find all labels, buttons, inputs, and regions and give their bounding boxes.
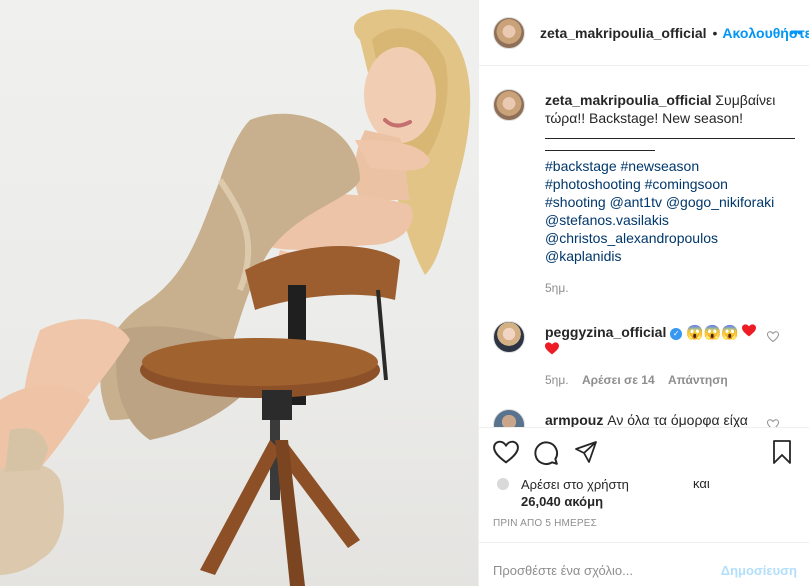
caption-hashtags-1[interactable]: #backstage #newseason <box>545 157 795 175</box>
caption-rule-2 <box>545 139 655 151</box>
likes-prefix: Αρέσει στο χρήστη <box>521 477 629 492</box>
comment-item: armpouz Αν όλα τα όμορφα είχα <box>493 409 793 427</box>
author-avatar[interactable] <box>493 16 525 49</box>
share-direct-icon[interactable] <box>573 440 599 467</box>
like-comment-heart-icon[interactable] <box>766 417 780 427</box>
caption-mention-4[interactable]: @stefanos.vasilakis <box>545 211 795 229</box>
post-actions: Αρέσει στο χρήστη 26,040 ακόμη και <box>479 427 809 517</box>
caption-mention-5[interactable]: @christos_alexandropoulos <box>545 229 795 247</box>
comment-emojis: 😱😱😱 <box>686 324 739 340</box>
comment-likes[interactable]: Αρέσει σε 14 <box>582 373 655 387</box>
add-comment-input[interactable]: Προσθέστε ένα σχόλιο... <box>493 563 633 578</box>
commenter-avatar[interactable] <box>493 321 525 353</box>
likes-count[interactable]: 26,040 ακόμη <box>521 494 603 509</box>
post-date[interactable]: ΠΡΙΝ ΑΠΟ 5 ΗΜΕΡΕΣ <box>493 518 597 529</box>
bookmark-save-icon[interactable] <box>771 440 793 467</box>
red-heart-icon <box>742 324 757 340</box>
reply-button[interactable]: Απάντηση <box>668 373 728 387</box>
comment-username[interactable]: peggyzina_official <box>545 324 666 340</box>
caption-username[interactable]: zeta_makripoulia_official <box>545 92 712 108</box>
caption-hashtags-2[interactable]: #photoshooting #comingsoon <box>545 175 795 193</box>
comment-text: Αν όλα τα όμορφα είχα <box>607 412 748 427</box>
caption-hashtags-3[interactable]: #shooting @ant1tv @gogo_nikiforaki <box>545 193 795 211</box>
post-photo[interactable] <box>0 0 478 586</box>
comment-item: peggyzina_official ✓ 😱😱😱 5ημ. Αρέσει σε … <box>493 321 793 401</box>
post-header: zeta_makripoulia_official • Ακολουθήστε … <box>479 0 809 66</box>
verified-badge-icon: ✓ <box>670 328 683 340</box>
like-heart-icon[interactable] <box>493 440 519 467</box>
comment-bubble-icon[interactable] <box>533 440 559 469</box>
red-heart-icon <box>545 341 765 359</box>
header-dot: • <box>712 24 718 41</box>
caption-rule-1 <box>545 127 795 139</box>
liker-avatar[interactable] <box>497 478 509 490</box>
caption-time[interactable]: 5ημ. <box>545 279 795 297</box>
caption-mention-6[interactable]: @kaplanidis <box>545 247 795 265</box>
likes-and: και <box>693 476 710 491</box>
comment-username[interactable]: armpouz <box>545 412 603 427</box>
comment-meta-row: 5ημ. Αρέσει σε 14 Απάντηση <box>545 373 738 387</box>
comment-time[interactable]: 5ημ. <box>545 373 569 387</box>
post-side-panel: zeta_makripoulia_official • Ακολουθήστε … <box>478 0 809 586</box>
comments-list[interactable]: zeta_makripoulia_official Συμβαίνει τώρα… <box>479 67 809 427</box>
like-comment-heart-icon[interactable] <box>766 329 780 345</box>
add-comment-bar: Προσθέστε ένα σχόλιο... Δημοσίευση <box>479 542 809 586</box>
caption-avatar[interactable] <box>493 89 525 121</box>
photo-illustration <box>0 9 471 586</box>
author-username[interactable]: zeta_makripoulia_official <box>540 25 707 41</box>
post-comment-button[interactable]: Δημοσίευση <box>721 563 797 578</box>
more-options-icon[interactable]: ••• <box>789 24 802 40</box>
commenter-avatar[interactable] <box>493 409 525 427</box>
